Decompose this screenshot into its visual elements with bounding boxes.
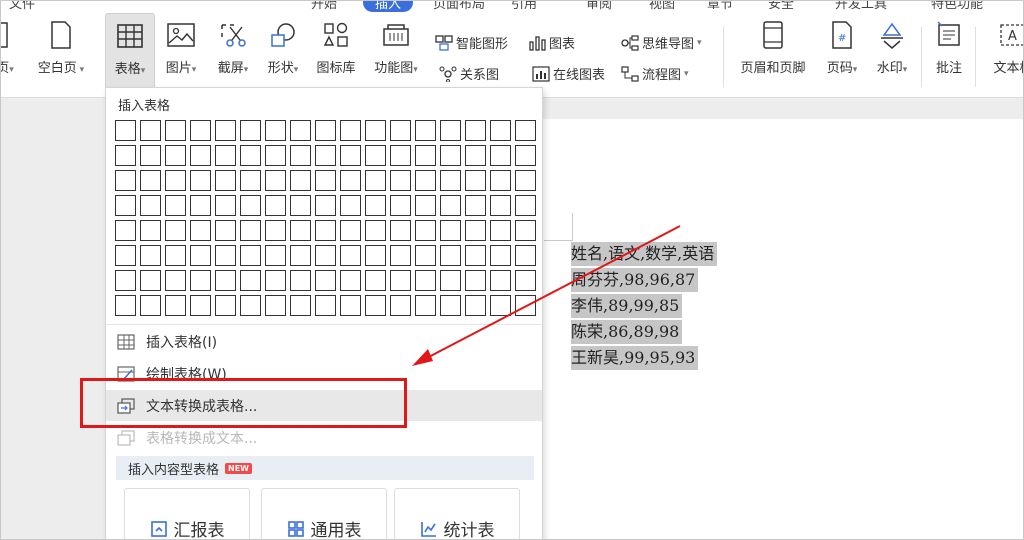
app-window: 文件 开始 插入 页面布局 引用 审阅 视图 章节 安全 开发工具 特色功能 页… <box>0 0 1024 540</box>
annotation-arrow <box>412 225 681 366</box>
